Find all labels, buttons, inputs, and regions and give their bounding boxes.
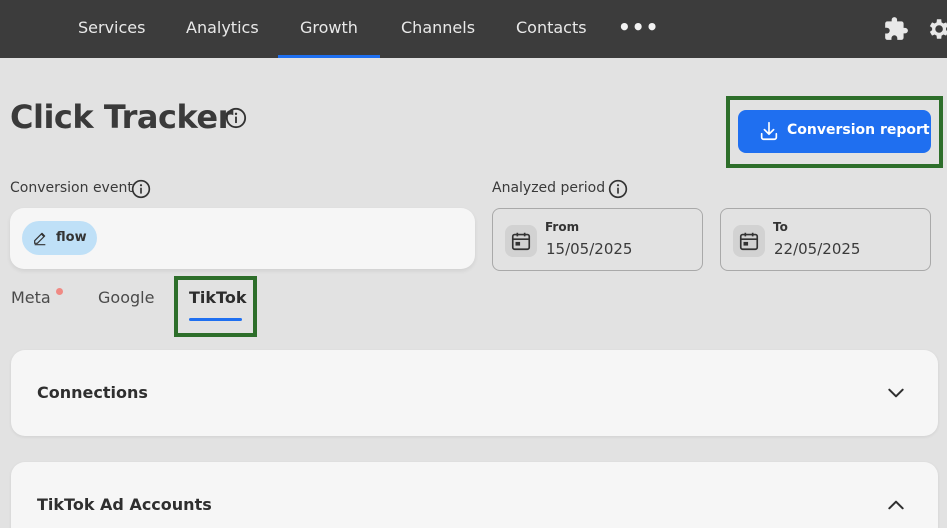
top-navigation: Services Analytics Growth Channels Conta… [0,0,947,58]
calendar-icon [505,225,537,257]
conversion-event-label: Conversion event [10,180,133,196]
nav-item-services[interactable]: Services [78,0,145,58]
conversion-report-label: Conversion report [787,122,930,138]
connections-title: Connections [37,383,148,402]
active-tab-indicator [189,318,242,321]
connections-section[interactable]: Connections [11,350,938,436]
from-date-value: 15/05/2025 [546,240,633,258]
title-info-icon[interactable] [225,107,247,129]
event-chip[interactable]: flow [22,221,97,255]
tiktok-ad-accounts-section[interactable]: TikTok Ad Accounts [11,462,938,528]
download-icon [760,121,778,141]
chevron-up-icon[interactable] [886,495,906,515]
analyzed-period-info-icon[interactable] [608,179,628,199]
conversion-event-info-icon[interactable] [131,179,151,199]
conversion-report-button[interactable]: Conversion report [738,110,931,153]
conversion-event-field[interactable]: flow [10,208,475,269]
event-chip-label: flow [56,230,87,245]
chevron-down-icon[interactable] [886,383,906,403]
to-date-value: 22/05/2025 [774,240,861,258]
nav-item-growth[interactable]: Growth [278,0,380,58]
tab-google[interactable]: Google [98,288,154,307]
to-date-field[interactable]: To 22/05/2025 [720,208,931,271]
from-date-field[interactable]: From 15/05/2025 [492,208,703,271]
analyzed-period-label: Analyzed period [492,180,606,196]
more-menu-icon[interactable]: ••• [618,17,659,37]
pencil-icon [34,232,46,246]
puzzle-icon[interactable] [883,16,909,42]
nav-item-analytics[interactable]: Analytics [186,0,259,58]
page-title: Click Tracker [10,98,233,136]
tab-meta[interactable]: Meta [11,288,51,307]
calendar-icon [733,225,765,257]
nav-item-channels[interactable]: Channels [401,0,475,58]
tab-tiktok[interactable]: TikTok [189,288,246,307]
notification-badge [56,288,63,295]
tiktok-ad-accounts-title: TikTok Ad Accounts [37,495,212,514]
nav-item-contacts[interactable]: Contacts [516,0,587,58]
gear-icon[interactable] [925,16,947,42]
from-date-label: From [545,220,580,234]
to-date-label: To [773,220,788,234]
